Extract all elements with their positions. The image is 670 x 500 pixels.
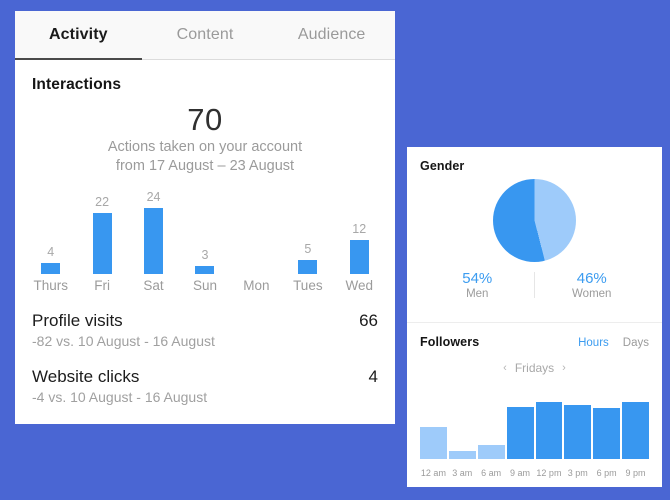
chevron-right-icon[interactable]: ›	[562, 362, 566, 374]
followers-bar	[477, 445, 505, 459]
gender-legend-men: 54% Men	[420, 270, 535, 300]
followers-bar	[622, 402, 649, 459]
gender-pie-wrap	[420, 179, 649, 262]
followers-bar	[535, 402, 563, 459]
activity-panel: Activity Content Audience Interactions 7…	[15, 11, 395, 424]
stat-name: Website clicks	[32, 367, 140, 386]
bar-rect	[349, 240, 369, 274]
followers-bar	[448, 451, 476, 459]
tab-activity-label: Activity	[49, 26, 108, 43]
bar-column: 24	[128, 190, 179, 274]
followers-range-toggle: Hours Days	[578, 337, 649, 349]
bar-rect	[195, 266, 215, 274]
interactions-subtitle-line1: Actions taken on your account	[107, 139, 303, 155]
chevron-left-icon[interactable]: ‹	[503, 362, 507, 374]
bar-value-label: 22	[95, 195, 110, 209]
axis-label: 12 am	[420, 468, 446, 478]
gender-men-label: Men	[466, 288, 489, 300]
followers-bar	[593, 408, 621, 459]
stat-comparison: -4 vs. 10 August - 16 August	[32, 389, 208, 405]
bar-rect	[41, 263, 61, 274]
bar-column: 12	[334, 190, 385, 274]
axis-label: 9 pm	[625, 468, 646, 478]
gender-title: Gender	[420, 159, 465, 173]
interactions-bar-chart: 4 22 24 3 5 12	[25, 190, 385, 274]
followers-title: Followers	[420, 335, 480, 349]
gender-women-label: Women	[572, 288, 612, 300]
axis-label: 12 pm	[536, 468, 562, 478]
axis-label: 9 am	[510, 468, 531, 478]
gender-card: Gender 54% Men 46% Women	[407, 147, 662, 323]
stat-name: Profile visits	[32, 311, 123, 330]
axis-label: Tues	[293, 278, 323, 293]
tab-audience-label: Audience	[297, 26, 366, 43]
axis-label: 6 pm	[596, 468, 617, 478]
axis-label: Fri	[94, 278, 110, 293]
followers-day-nav: ‹ Fridays ›	[420, 361, 649, 375]
followers-bar-chart	[420, 395, 649, 459]
bar-value-label: 3	[201, 248, 209, 262]
followers-axis-labels: 12 am 3 am 6 am 9 am 12 pm 3 pm 6 pm 9 p…	[420, 468, 649, 478]
toggle-days[interactable]: Days	[623, 337, 649, 349]
axis-label: Wed	[345, 278, 373, 293]
followers-current-day: Fridays	[514, 361, 555, 375]
gender-legend-women: 46% Women	[535, 270, 650, 300]
interactions-axis-labels: Thurs Fri Sat Sun Mon Tues Wed	[25, 278, 385, 293]
tab-content-label: Content	[176, 26, 234, 43]
gender-men-percent: 54%	[462, 270, 493, 287]
bar-value-label: 12	[352, 222, 367, 236]
bar-rect	[92, 213, 112, 274]
bar-column: 5	[282, 190, 333, 274]
bar-column	[231, 190, 282, 274]
audience-panel: Gender 54% Men 46% Women Followers Hours…	[407, 147, 662, 487]
interactions-total: 70	[187, 102, 223, 137]
bar-column: 22	[76, 190, 127, 274]
followers-header: Followers Hours Days	[420, 335, 649, 349]
followers-bar	[564, 405, 592, 459]
gender-pie-chart	[493, 179, 576, 262]
tab-activity[interactable]: Activity	[15, 11, 142, 60]
axis-label: Sat	[143, 278, 164, 293]
axis-label: 6 am	[481, 468, 502, 478]
followers-card: Followers Hours Days ‹ Fridays › 12 am 3…	[407, 323, 662, 486]
axis-label: 3 am	[452, 468, 473, 478]
axis-label: Sun	[192, 278, 217, 293]
axis-label: Mon	[243, 278, 270, 293]
activity-card-body: Interactions 70 Actions taken on your ac…	[15, 60, 395, 424]
bar-rect	[298, 260, 318, 274]
stat-website-clicks[interactable]: Website clicks 4 -4 vs. 10 August - 16 A…	[15, 367, 395, 405]
tab-bar: Activity Content Audience	[15, 11, 395, 60]
bar-column: 3	[179, 190, 230, 274]
followers-bar	[420, 427, 447, 459]
bar-rect	[144, 207, 164, 274]
bar-column: 4	[25, 190, 76, 274]
bar-value-label: 5	[304, 242, 312, 256]
interactions-subtitle-line2: from 17 August – 23 August	[115, 158, 295, 174]
interactions-title: Interactions	[32, 76, 122, 93]
stat-header: Website clicks 4	[32, 367, 378, 387]
tab-audience[interactable]: Audience	[268, 11, 395, 59]
axis-label: Thurs	[33, 278, 68, 293]
stat-value: 66	[359, 311, 378, 330]
axis-label: 3 pm	[567, 468, 588, 478]
bar-value-label: 4	[47, 245, 55, 259]
tab-content[interactable]: Content	[142, 11, 269, 59]
stat-header: Profile visits 66	[32, 311, 378, 331]
gender-women-percent: 46%	[576, 270, 607, 287]
toggle-hours[interactable]: Hours	[578, 337, 609, 349]
bar-value-label: 24	[146, 190, 161, 204]
stat-comparison: -82 vs. 10 August - 16 August	[32, 333, 215, 349]
stat-profile-visits[interactable]: Profile visits 66 -82 vs. 10 August - 16…	[15, 311, 395, 349]
gender-legend: 54% Men 46% Women	[420, 270, 649, 300]
followers-bar	[506, 407, 534, 459]
stat-value: 4	[368, 367, 378, 386]
